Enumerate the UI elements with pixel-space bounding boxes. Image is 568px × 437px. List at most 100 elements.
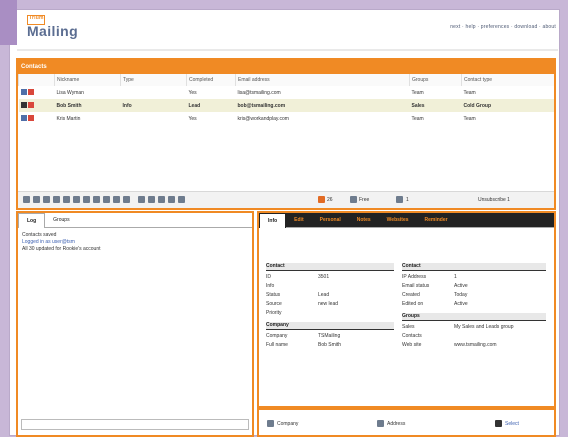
row-icons[interactable] bbox=[18, 99, 55, 112]
contacts-panel-title: Contacts bbox=[18, 60, 554, 74]
toolbar-add-icon[interactable] bbox=[23, 196, 30, 203]
company-section-header: Company bbox=[266, 322, 394, 330]
cell-ctype: Team bbox=[463, 115, 476, 122]
col-icons bbox=[18, 74, 55, 86]
cell-group: Team bbox=[411, 115, 424, 122]
toolbar-import-icon[interactable] bbox=[123, 196, 130, 203]
toolbar-group-icon[interactable] bbox=[103, 196, 110, 203]
tab-log[interactable]: Log bbox=[18, 213, 46, 228]
cell-email: kris@workandplay.com bbox=[237, 115, 289, 122]
toolbar-check-icon[interactable] bbox=[138, 196, 145, 203]
toolbar-page-label: 1 bbox=[406, 197, 409, 203]
toolbar-home-icon[interactable] bbox=[168, 196, 175, 203]
contacts-panel: Contacts Nickname Type Completed Email a… bbox=[16, 58, 556, 210]
detail-panel: Info Edit Personal Notes Websites Remind… bbox=[257, 211, 556, 408]
detail-tabs: Info Edit Personal Notes Websites Remind… bbox=[259, 213, 554, 228]
detail-row: Sales My Sales and Leads group bbox=[402, 324, 514, 330]
cell-ctype: Team bbox=[463, 89, 476, 96]
contacts-toolbar: 26 Free 1 Unsubscribe 1 bbox=[18, 191, 554, 208]
toolbar-save-icon[interactable] bbox=[396, 196, 403, 203]
detail-row: ID 3501 bbox=[266, 274, 330, 280]
contact-section-header: Contact bbox=[266, 263, 394, 271]
tab-edit[interactable]: Edit bbox=[286, 213, 311, 227]
toolbar-filter-icon[interactable] bbox=[53, 196, 60, 203]
toolbar-user-icon[interactable] bbox=[350, 196, 357, 203]
group-icon[interactable] bbox=[20, 115, 27, 122]
edit-icon[interactable] bbox=[27, 102, 34, 109]
detail-row: Company TSMailing bbox=[266, 333, 341, 339]
table-row[interactable]: Bob Smith Info Lead bob@tsmailing.com Sa… bbox=[18, 99, 554, 112]
log-line[interactable]: Logged in as user@tsm bbox=[22, 239, 248, 246]
toolbar-copy-icon[interactable] bbox=[63, 196, 70, 203]
corner-decoration bbox=[0, 0, 17, 45]
detail-row: Created Today bbox=[402, 292, 468, 298]
toolbar-export-icon[interactable] bbox=[113, 196, 120, 203]
logo: Trium Mailing bbox=[24, 12, 94, 46]
toolbar-note-icon[interactable] bbox=[148, 196, 155, 203]
tab-reminder[interactable]: Reminder bbox=[417, 213, 456, 227]
tab-websites[interactable]: Websites bbox=[379, 213, 417, 227]
toolbar-person-icon[interactable] bbox=[318, 196, 325, 203]
cell-email: lisa@tsmailing.com bbox=[237, 89, 281, 96]
pencil-icon[interactable] bbox=[20, 102, 27, 109]
toolbar-mail-icon[interactable] bbox=[83, 196, 90, 203]
detail-row: Full name Bob Smith bbox=[266, 342, 342, 348]
toolbar-free-label: Free bbox=[359, 197, 370, 203]
cell-group: Team bbox=[411, 89, 424, 96]
toolbar-calendar-icon[interactable] bbox=[158, 196, 165, 203]
table-row[interactable]: Kris Martin Yes kris@workandplay.com Tea… bbox=[19, 112, 555, 125]
log-text: Contacts saved Logged in as user@tsm All… bbox=[18, 228, 252, 257]
detail-row: Priority bbox=[266, 310, 282, 316]
footer-select-link[interactable]: Select bbox=[505, 421, 519, 427]
cell-email: bob@tsmailing.com bbox=[235, 99, 410, 112]
tab-notes[interactable]: Notes bbox=[349, 213, 379, 227]
toolbar-print-icon[interactable] bbox=[73, 196, 80, 203]
detail-row: IP Address 1 bbox=[402, 274, 457, 280]
detail-row: Edited on Active bbox=[402, 301, 468, 307]
company-icon[interactable] bbox=[267, 420, 274, 427]
toolbar-remove-icon[interactable] bbox=[33, 196, 40, 203]
tab-groups[interactable]: Groups bbox=[45, 213, 77, 227]
detail-row: Email status Active bbox=[402, 283, 468, 289]
table-row[interactable]: Lisa Wyman Yes lisa@tsmailing.com Team T… bbox=[19, 86, 555, 99]
col-type[interactable]: Type bbox=[120, 74, 187, 86]
cell-type bbox=[121, 86, 187, 99]
footer-bar: Company Address Select bbox=[257, 408, 556, 437]
address-icon[interactable] bbox=[377, 420, 384, 427]
col-nickname[interactable]: Nickname bbox=[54, 74, 121, 86]
logo-main-text: Mailing bbox=[27, 23, 79, 39]
detail-row: Status Lead bbox=[266, 292, 330, 298]
col-contact-type[interactable]: Contact type bbox=[461, 74, 554, 86]
detail-row: Source new lead bbox=[266, 301, 339, 307]
cell-nick: Kris Martin bbox=[56, 115, 81, 122]
toolbar-unsubscribe-label[interactable]: Unsubscribe 1 bbox=[478, 197, 510, 203]
col-completed[interactable]: Completed bbox=[186, 74, 236, 86]
tab-info[interactable]: Info bbox=[259, 213, 287, 228]
top-links[interactable]: next · help · preferences · download · a… bbox=[450, 24, 556, 30]
toolbar-refresh-icon[interactable] bbox=[178, 196, 185, 203]
cell-nick: Lisa Wyman bbox=[56, 89, 84, 96]
toolbar-search-icon[interactable] bbox=[43, 196, 50, 203]
cell-completed: Lead bbox=[186, 99, 236, 112]
edit-icon[interactable] bbox=[27, 89, 34, 96]
col-groups[interactable]: Groups bbox=[409, 74, 462, 86]
status-section-header: Contact bbox=[402, 263, 546, 271]
footer-company-label: Company bbox=[277, 421, 299, 427]
toolbar-list-icon[interactable] bbox=[93, 196, 100, 203]
command-input[interactable] bbox=[21, 419, 249, 430]
log-line: All 30 updated for Rookie's account bbox=[22, 246, 101, 252]
log-panel: Log Groups Contacts saved Logged in as u… bbox=[16, 211, 254, 437]
group-icon[interactable] bbox=[20, 89, 27, 96]
tab-personal[interactable]: Personal bbox=[312, 213, 349, 227]
toolbar-count-label: 26 bbox=[327, 197, 333, 203]
row-icons[interactable] bbox=[19, 86, 55, 99]
log-tabs: Log Groups bbox=[18, 213, 252, 228]
filter-icon[interactable] bbox=[495, 420, 502, 427]
row-icons[interactable] bbox=[19, 112, 55, 125]
col-email[interactable]: Email address bbox=[235, 74, 410, 86]
edit-icon[interactable] bbox=[27, 115, 34, 122]
detail-row: Info bbox=[266, 283, 275, 289]
groups-section-header: Groups bbox=[402, 313, 546, 321]
cell-type: Info bbox=[120, 99, 187, 112]
header-separator bbox=[17, 49, 558, 51]
